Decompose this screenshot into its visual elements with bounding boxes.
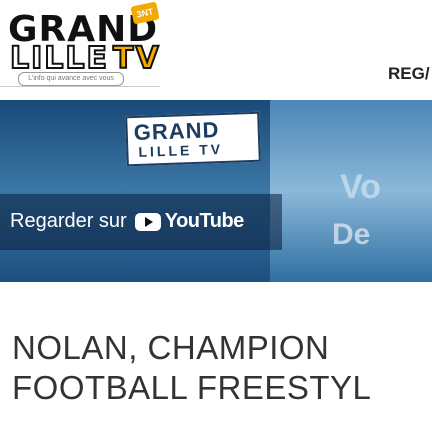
site-header: GRAND LILLE TV 3NT L'info qui avance avec… [0,0,432,100]
video-bg-text-1: Vo [340,168,381,206]
title-line-1: NOLAN, CHAMPION [12,329,330,366]
watch-on-youtube-button[interactable]: Regarder sur YouTube [10,210,244,233]
logo-tagline: L'info qui avance avec vous [18,72,124,86]
grand-lille-tv-logo[interactable]: GRAND LILLE TV 3NT L'info qui avance avec… [8,1,161,86]
watch-label: Regarder sur [10,210,127,232]
thumb-logo-bottom: LILLE TV [138,140,224,160]
youtube-logo: YouTube [134,210,245,233]
logo-lille-text: LILLE [9,41,110,76]
video-thumbnail-logo: GRAND LILLE TV [125,111,261,167]
logo-word-lille: LILLE TV [9,41,161,76]
header-divider [0,86,160,87]
title-line-2: FOOTBALL FREESTYL [12,368,372,406]
youtube-video-embed[interactable]: Vo De GRAND LILLE TV Regarder sur YouTub… [0,100,432,282]
youtube-wordmark: YouTube [164,210,245,232]
logo-tv-text: TV [112,41,161,76]
youtube-play-icon [134,212,161,231]
article-title[interactable]: NOLAN, CHAMPION FOOTBALL FREESTYL [12,328,432,407]
video-bg-text-2: De [332,218,371,251]
video-right-panel: Vo De [270,100,432,282]
header-right-label[interactable]: REG/ [388,64,430,84]
